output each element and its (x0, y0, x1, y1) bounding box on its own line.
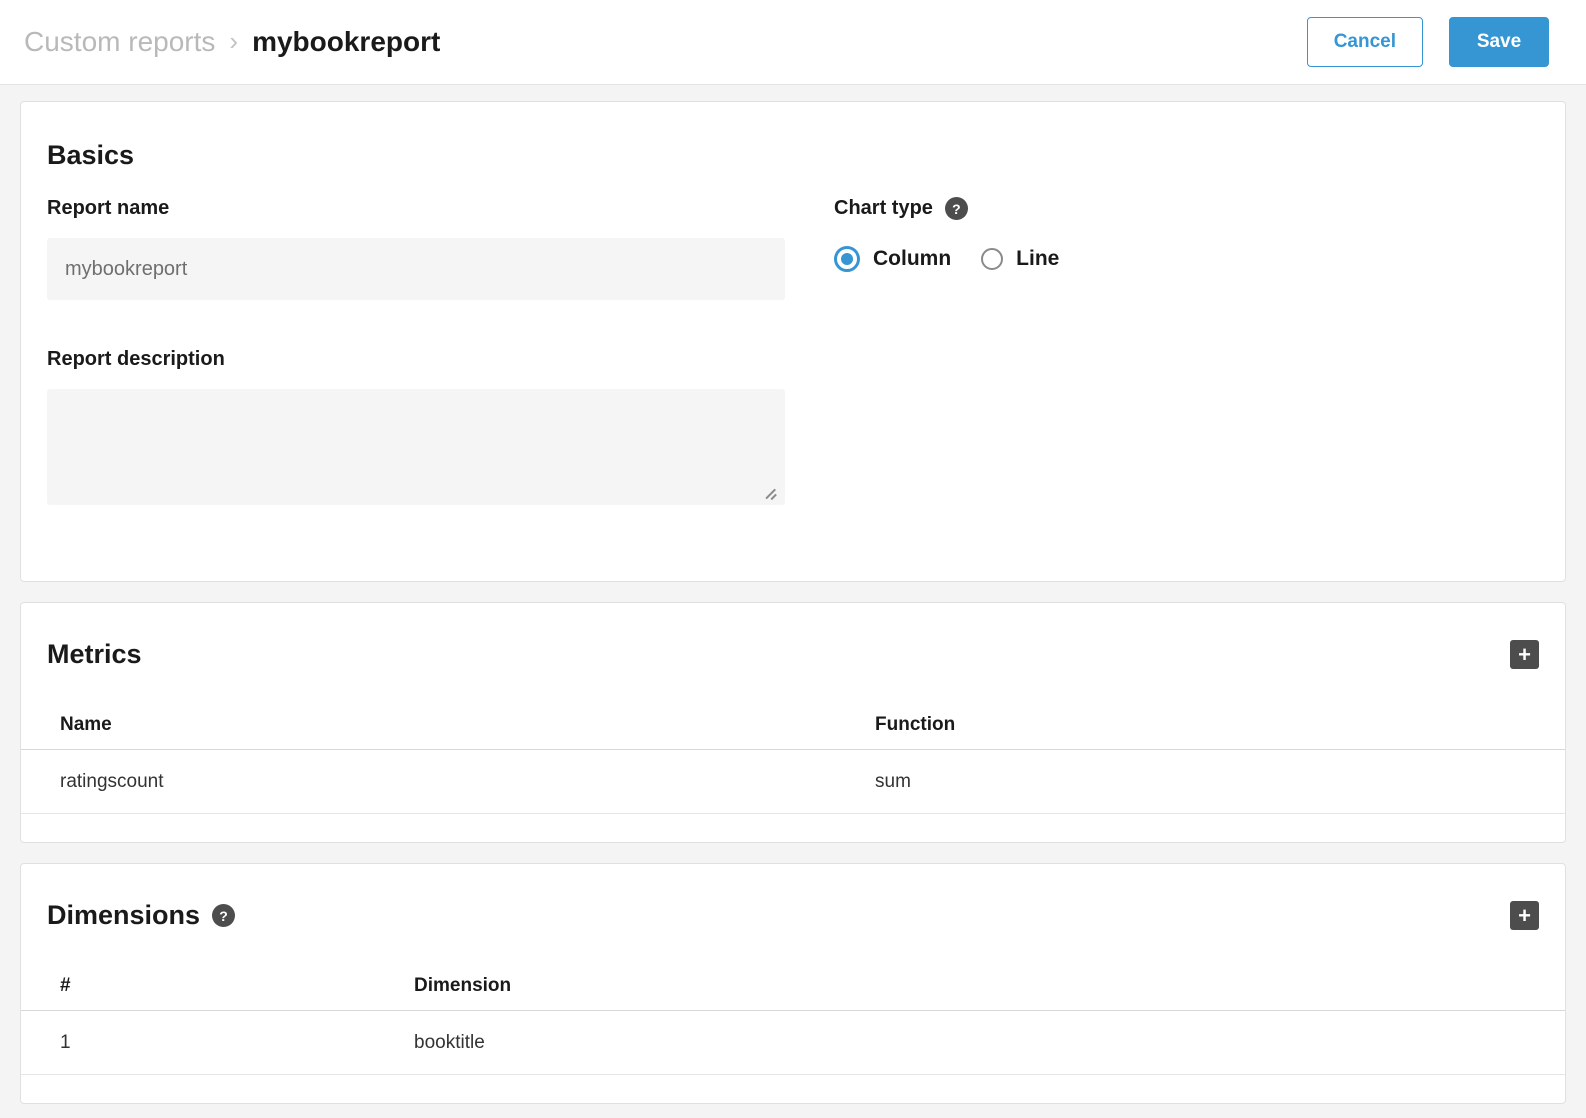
page-content: Basics Report name Report description Ch… (0, 85, 1586, 1104)
metric-name-cell: ratingscount (60, 771, 875, 793)
dimensions-table: # Dimension 1 booktitle (21, 961, 1565, 1075)
save-button[interactable]: Save (1449, 17, 1549, 67)
breadcrumb: Custom reports › mybookreport (24, 26, 1307, 58)
chart-type-option-line[interactable]: Line (981, 247, 1059, 271)
basics-card: Basics Report name Report description Ch… (20, 101, 1566, 582)
report-name-input[interactable] (47, 238, 785, 300)
basics-left-column: Report name Report description (47, 197, 785, 505)
breadcrumb-parent[interactable]: Custom reports (24, 26, 215, 58)
dimension-name-cell: booktitle (414, 1032, 1565, 1054)
dimensions-col-dimension: Dimension (414, 975, 1565, 997)
radio-icon[interactable] (981, 248, 1003, 270)
header-actions: Cancel Save (1307, 17, 1549, 67)
metrics-col-function: Function (875, 714, 1565, 736)
report-description-textarea[interactable] (47, 389, 785, 505)
radio-icon[interactable] (834, 246, 860, 272)
dimensions-col-index: # (60, 975, 414, 997)
metrics-card: Metrics + Name Function ratingscount sum (20, 602, 1566, 843)
metric-function-cell: sum (875, 771, 1565, 793)
dimension-index-cell: 1 (60, 1032, 414, 1054)
table-row[interactable]: 1 booktitle (21, 1011, 1565, 1075)
add-metric-button[interactable]: + (1510, 640, 1539, 669)
table-row[interactable]: ratingscount sum (21, 750, 1565, 814)
top-bar: Custom reports › mybookreport Cancel Sav… (0, 0, 1586, 85)
metrics-col-name: Name (60, 714, 875, 736)
dimensions-card: Dimensions ? + # Dimension 1 booktitle (20, 863, 1566, 1104)
dimensions-table-header: # Dimension (21, 961, 1565, 1011)
chart-type-radio-group: Column Line (834, 246, 1539, 272)
basics-title: Basics (47, 140, 134, 171)
dimensions-title: Dimensions (47, 900, 200, 931)
chart-type-option-column[interactable]: Column (834, 246, 951, 272)
metrics-table: Name Function ratingscount sum (21, 700, 1565, 814)
radio-label: Column (873, 247, 951, 271)
basics-right-column: Chart type ? Column Line (834, 197, 1539, 505)
help-icon[interactable]: ? (212, 904, 235, 927)
help-icon[interactable]: ? (945, 197, 968, 220)
radio-label: Line (1016, 247, 1059, 271)
metrics-title: Metrics (47, 639, 142, 670)
chevron-right-icon: › (229, 26, 238, 57)
metrics-table-header: Name Function (21, 700, 1565, 750)
report-name-label: Report name (47, 197, 785, 220)
breadcrumb-current: mybookreport (252, 26, 440, 58)
cancel-button[interactable]: Cancel (1307, 17, 1423, 67)
add-dimension-button[interactable]: + (1510, 901, 1539, 930)
chart-type-label: Chart type (834, 197, 933, 220)
report-description-label: Report description (47, 348, 785, 371)
